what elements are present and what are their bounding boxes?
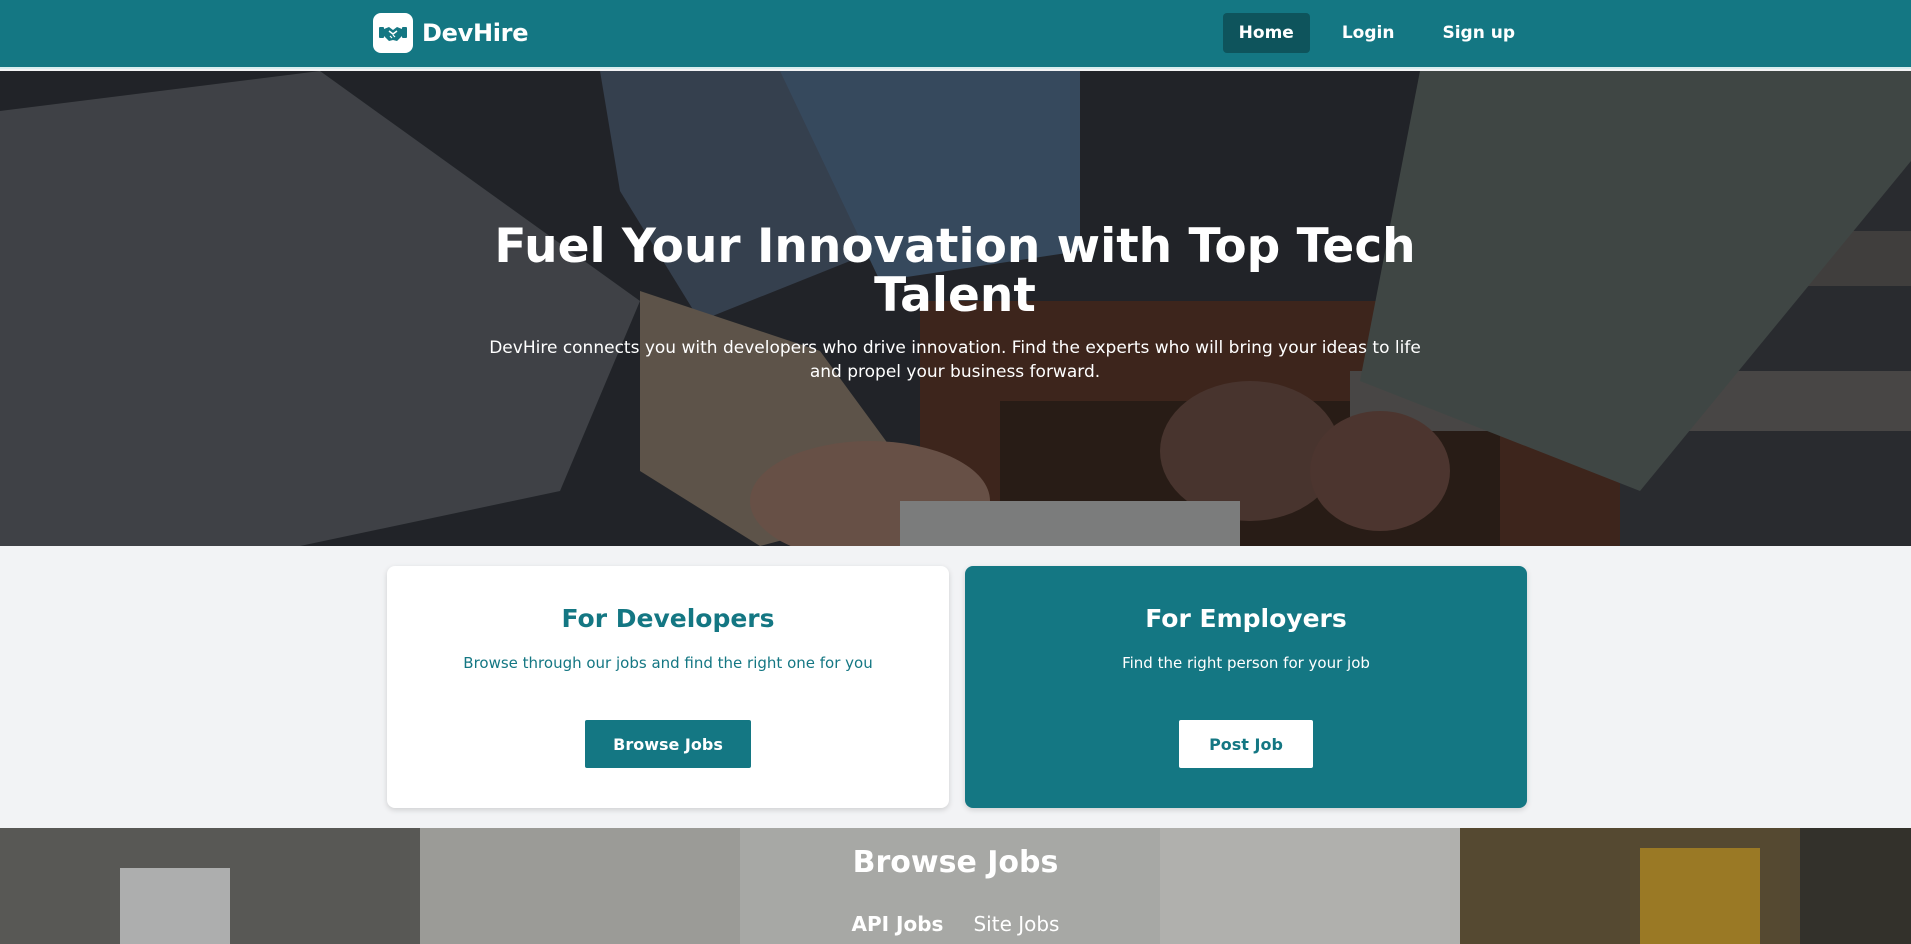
browse-jobs-title: Browse Jobs bbox=[852, 845, 1059, 880]
nav-links: Home Login Sign up bbox=[1222, 13, 1531, 53]
browse-tabs: API Jobs Site Jobs bbox=[0, 912, 1911, 936]
employers-card: For Employers Find the right person for … bbox=[965, 566, 1527, 808]
nav-signup-link[interactable]: Sign up bbox=[1426, 13, 1531, 53]
tab-site-jobs[interactable]: Site Jobs bbox=[973, 912, 1059, 936]
developers-card-text: Browse through our jobs and find the rig… bbox=[463, 654, 873, 672]
brand-name: DevHire bbox=[422, 19, 529, 47]
nav-home-link[interactable]: Home bbox=[1222, 13, 1310, 53]
hero-section: Fuel Your Innovation with Top Tech Talen… bbox=[0, 71, 1911, 546]
handshake-icon bbox=[373, 13, 413, 53]
brand-link[interactable]: DevHire bbox=[373, 13, 528, 53]
tab-api-jobs[interactable]: API Jobs bbox=[852, 912, 944, 936]
developers-card-title: For Developers bbox=[561, 604, 775, 633]
top-navbar: DevHire Home Login Sign up bbox=[0, 0, 1911, 69]
employers-card-text: Find the right person for your job bbox=[1122, 654, 1370, 672]
employers-card-title: For Employers bbox=[1145, 604, 1347, 633]
post-job-button[interactable]: Post Job bbox=[1179, 720, 1313, 768]
developers-card: For Developers Browse through our jobs a… bbox=[387, 566, 949, 808]
browse-jobs-section: Browse Jobs API Jobs Site Jobs bbox=[0, 828, 1911, 944]
hero-subtitle: DevHire connects you with developers who… bbox=[489, 338, 1421, 382]
hero-title: Fuel Your Innovation with Top Tech Talen… bbox=[494, 219, 1416, 323]
nav-login-link[interactable]: Login bbox=[1326, 13, 1411, 53]
browse-jobs-button[interactable]: Browse Jobs bbox=[585, 720, 751, 768]
